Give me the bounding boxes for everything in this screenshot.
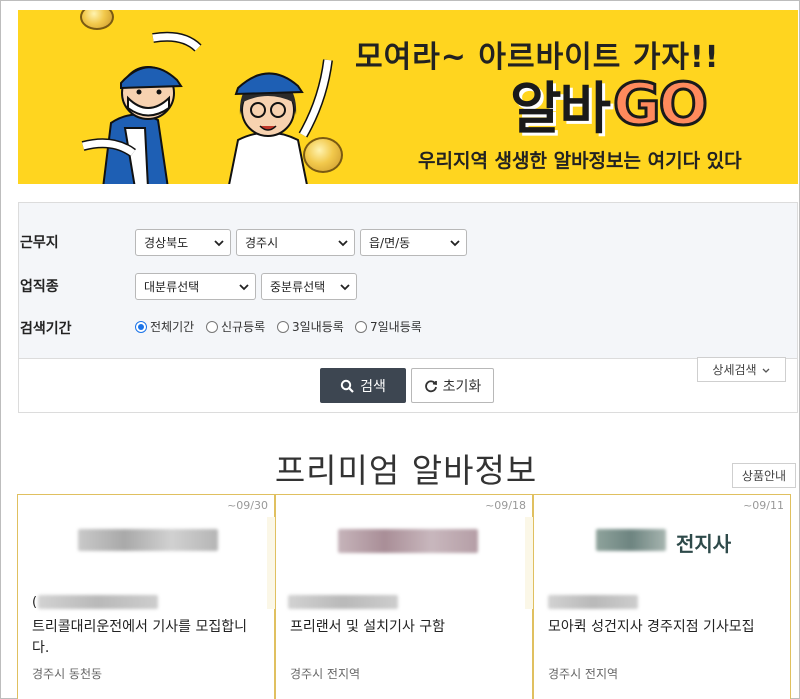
district-select[interactable]: 읍/면/동 <box>360 229 467 256</box>
card-title[interactable]: 모아퀵 성건지사 경주지점 기사모집 <box>548 617 773 638</box>
premium-job-card[interactable]: ~09/18 프리랜서 및 설치기사 구함 경주시 전지역 <box>275 495 533 699</box>
refresh-icon <box>424 379 437 392</box>
job-category-major-select[interactable]: 대분류선택 <box>135 273 256 300</box>
worker-girl-illustration <box>228 59 333 184</box>
period-option-new[interactable]: 신규등록 <box>206 318 265 335</box>
premium-job-card[interactable]: ~09/30 ( 트리콜대리운전에서 기사를 모집합니다. 경주시 동천동 <box>17 495 275 699</box>
period-label: 검색기간 <box>20 321 72 337</box>
company-name-blurred <box>38 595 158 609</box>
premium-job-card[interactable]: ~09/11 전지사 모아퀵 성건지사 경주지점 기사모집 경주시 전지역 <box>533 495 791 699</box>
city-select-value: 경주시 <box>245 236 279 250</box>
radio-button[interactable] <box>206 320 218 333</box>
chevron-down-icon <box>762 368 770 373</box>
period-option-label: 3일내등록 <box>292 320 344 334</box>
province-select[interactable]: 경상북도 <box>135 229 231 256</box>
job-type-label: 업직종 <box>20 279 59 295</box>
product-info-button[interactable]: 상품안내 <box>732 463 796 488</box>
albago-logo: 알바 GO <box>510 69 710 142</box>
card-location: 경주시 전지역 <box>290 667 361 681</box>
company-logo-blurred <box>596 529 666 551</box>
company-logo-text: 전지사 <box>676 532 732 556</box>
job-major-value: 대분류선택 <box>144 280 200 294</box>
radio-button[interactable] <box>355 320 367 333</box>
promo-banner[interactable]: 모여라~ 아르바이트 가자!! 알바 GO 우리지역 생생한 알바정보는 여기다… <box>18 10 798 184</box>
coin-illustration <box>80 10 114 30</box>
banner-subline: 우리지역 생생한 알바정보는 여기다 있다 <box>418 150 742 172</box>
period-option-all[interactable]: 전체기간 <box>135 318 194 335</box>
city-select[interactable]: 경주시 <box>236 229 355 256</box>
magnifier-icon <box>340 379 354 393</box>
search-button[interactable]: 검색 <box>320 368 406 403</box>
chevron-down-icon <box>340 284 350 291</box>
chevron-down-icon <box>214 240 224 247</box>
card-divider <box>267 517 275 609</box>
card-title[interactable]: 트리콜대리운전에서 기사를 모집합니다. <box>32 617 257 659</box>
job-category-minor-select[interactable]: 중분류선택 <box>261 273 357 300</box>
detail-search-button[interactable]: 상세검색 <box>697 357 786 382</box>
premium-card-list: ~09/30 ( 트리콜대리운전에서 기사를 모집합니다. 경주시 동천동 ~0… <box>17 494 791 699</box>
card-divider <box>525 517 533 609</box>
company-name-blurred <box>288 595 398 609</box>
period-option-7days[interactable]: 7일내등록 <box>355 318 422 335</box>
period-option-3days[interactable]: 3일내등록 <box>277 318 344 335</box>
province-select-value: 경상북도 <box>144 236 189 250</box>
company-logo-blurred <box>78 529 218 551</box>
reset-button[interactable]: 초기화 <box>411 368 494 403</box>
chevron-down-icon <box>239 284 249 291</box>
period-option-label: 신규등록 <box>221 320 266 334</box>
premium-section-title: 프리미엄 알바정보 <box>274 451 538 490</box>
district-select-value: 읍/면/동 <box>369 236 411 250</box>
logo-part1: 알바 <box>510 76 611 142</box>
card-location: 경주시 전지역 <box>548 667 619 681</box>
radio-button[interactable] <box>277 320 289 333</box>
card-location: 경주시 동천동 <box>32 667 103 681</box>
card-title[interactable]: 프리랜서 및 설치기사 구함 <box>290 617 515 638</box>
period-option-label: 전체기간 <box>150 320 195 334</box>
company-name-blurred <box>548 595 638 609</box>
logo-part2: GO <box>612 69 710 140</box>
card-deadline: ~09/18 <box>485 499 526 512</box>
location-label: 근무지 <box>20 235 59 251</box>
chevron-down-icon <box>450 240 460 247</box>
company-logo-blurred <box>338 529 478 553</box>
radio-button[interactable] <box>135 320 147 333</box>
company-name-prefix: ( <box>32 595 38 610</box>
reset-button-label: 초기화 <box>442 378 482 395</box>
job-minor-value: 중분류선택 <box>270 280 326 294</box>
chevron-down-icon <box>338 240 348 247</box>
card-deadline: ~09/30 <box>227 499 268 512</box>
search-button-label: 검색 <box>360 378 386 395</box>
detail-search-label: 상세검색 <box>712 363 757 377</box>
card-deadline: ~09/11 <box>743 499 784 512</box>
period-option-label: 7일내등록 <box>370 320 422 334</box>
